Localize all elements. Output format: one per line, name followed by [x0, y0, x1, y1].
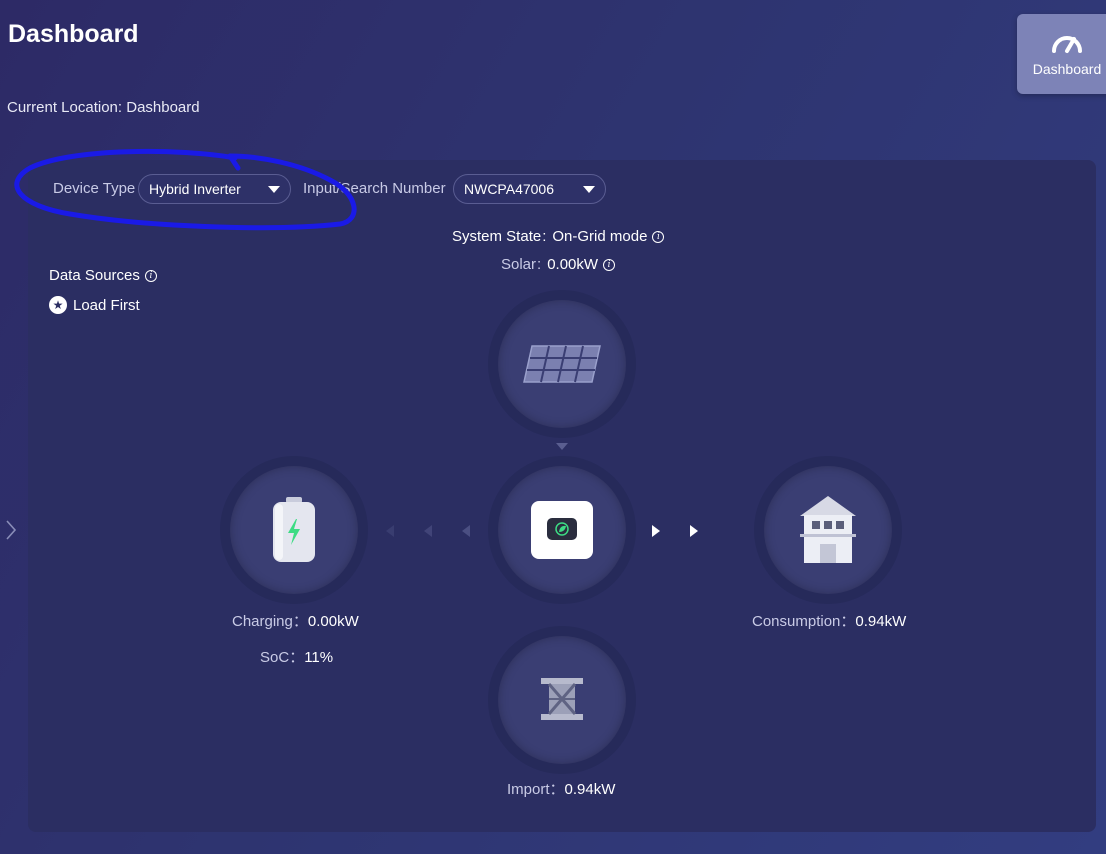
- charging-value: 0.00kW: [307, 613, 359, 630]
- page-title: Dashboard: [8, 20, 139, 48]
- inverter-icon: [531, 501, 593, 559]
- device-type-label: Device Type: [53, 180, 136, 197]
- import-value: 0.94kW: [564, 781, 616, 798]
- soc-label: SoC: [260, 649, 290, 666]
- solar-label: Solar: [501, 256, 537, 273]
- info-icon[interactable]: i: [144, 269, 157, 282]
- consumption-stat: Consumption：0.94kW: [752, 613, 907, 630]
- flow-arrow-left-icon: [386, 525, 394, 537]
- chevron-right-icon[interactable]: [3, 518, 19, 542]
- import-stat: Import：0.94kW: [507, 781, 616, 798]
- system-state-label: System State: [452, 228, 542, 245]
- system-state-value: On-Grid mode: [552, 228, 648, 245]
- device-type-value: Hybrid Inverter: [149, 181, 241, 197]
- charging-label: Charging: [232, 613, 293, 630]
- chevron-down-icon: [583, 186, 595, 193]
- flow-arrow-right-icon: [690, 525, 698, 537]
- system-state: System State : On-Grid mode i: [452, 228, 665, 245]
- chevron-down-icon: [268, 186, 280, 193]
- device-type-select[interactable]: Hybrid Inverter: [138, 174, 291, 204]
- search-number-value: NWCPA47006: [464, 181, 555, 197]
- flow-arrow-left-icon: [424, 525, 432, 537]
- consumption-label: Consumption: [752, 613, 841, 630]
- grid-tower-icon: [541, 678, 583, 720]
- charging-stat: Charging：0.00kW: [232, 613, 359, 630]
- info-icon[interactable]: i: [652, 230, 665, 243]
- data-sources-label: Data Sources: [49, 267, 140, 284]
- grid-node[interactable]: [488, 626, 636, 774]
- flow-arrow-left-icon: [462, 525, 470, 537]
- nav-dashboard-label: Dashboard: [1032, 61, 1102, 77]
- battery-node[interactable]: [220, 456, 368, 604]
- flow-arrow-right-icon: [652, 525, 660, 537]
- info-icon[interactable]: i: [603, 258, 616, 271]
- flow-arrow-down-icon: [556, 443, 568, 450]
- solar-power: Solar : 0.00kW i: [501, 256, 616, 273]
- consumption-value: 0.94kW: [855, 613, 907, 630]
- load-first-label: Load First: [73, 296, 140, 314]
- house-icon: [800, 496, 856, 563]
- solar-panel-icon: [523, 345, 601, 383]
- solar-value: 0.00kW: [547, 256, 599, 273]
- data-sources: Data Sources i: [49, 267, 157, 284]
- inverter-node[interactable]: [488, 456, 636, 604]
- search-number-label: Input/Search Number: [303, 180, 446, 197]
- speedometer-icon: [1052, 36, 1082, 53]
- load-first-mode: ★ Load First: [49, 296, 140, 314]
- import-label: Import: [507, 781, 550, 798]
- battery-icon: [273, 497, 315, 562]
- solar-node[interactable]: [488, 290, 636, 438]
- star-icon: ★: [49, 296, 67, 314]
- dashboard-panel: Device Type Hybrid Inverter Input/Search…: [28, 160, 1096, 832]
- system-state-sep: :: [542, 228, 547, 245]
- breadcrumb: Current Location: Dashboard: [7, 99, 200, 116]
- search-number-select[interactable]: NWCPA47006: [453, 174, 606, 204]
- nav-dashboard-button[interactable]: Dashboard: [1017, 14, 1106, 94]
- soc-stat: SoC：11%: [260, 649, 334, 666]
- consumption-node[interactable]: [754, 456, 902, 604]
- solar-sep: :: [537, 256, 542, 273]
- soc-value: 11%: [304, 649, 334, 666]
